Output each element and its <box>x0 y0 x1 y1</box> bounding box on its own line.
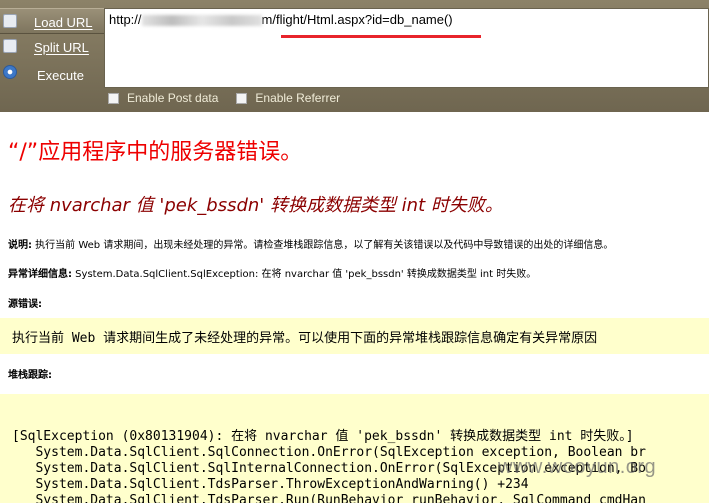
stack-trace-box: [SqlException (0x80131904): 在将 nvarchar … <box>0 394 709 503</box>
exception-details: 异常详细信息: System.Data.SqlClient.SqlExcepti… <box>8 265 536 280</box>
enable-post-data-checkbox[interactable] <box>108 92 119 104</box>
execute-button[interactable]: Execute <box>0 60 104 86</box>
exception-details-label: 异常详细信息: <box>8 269 72 280</box>
description-label: 说明: <box>8 240 32 251</box>
url-prefix: http:// <box>109 12 142 27</box>
enable-referrer-label: Enable Referrer <box>255 91 341 105</box>
enable-post-data-option[interactable]: Enable Post data <box>108 91 218 105</box>
enable-post-data-label: Enable Post data <box>127 91 219 105</box>
stack-line: [SqlException (0x80131904): 在将 nvarchar … <box>12 429 634 444</box>
stack-trace-label: 堆栈跟踪: <box>8 370 52 381</box>
error-message: 在将 nvarchar 值 'pek_bssdn' 转换成数据类型 int 时失… <box>8 195 503 216</box>
stack-line: System.Data.SqlClient.TdsParser.ThrowExc… <box>12 477 529 492</box>
load-url-icon <box>3 14 17 28</box>
hackbar-options: Enable Post data Enable Referrer <box>108 91 358 105</box>
annotation-underline <box>281 35 481 38</box>
split-url-label: Split URL <box>34 40 89 55</box>
split-url-icon <box>3 39 17 53</box>
execute-label: Execute <box>37 68 84 83</box>
load-url-button[interactable]: Load URL <box>0 8 104 34</box>
url-suffix: m/flight/Html.aspx?id=db_name() <box>261 12 453 27</box>
source-error-box: 执行当前 Web 请求期间生成了未经处理的异常。可以使用下面的异常堆栈跟踪信息确… <box>0 318 709 354</box>
wooyun-watermark: www.wooyun.org <box>498 456 657 478</box>
enable-referrer-checkbox[interactable] <box>236 92 248 104</box>
hackbar-actions: Load URL Split URL Execute <box>0 8 104 86</box>
error-title: “/”应用程序中的服务器错误。 <box>8 140 303 165</box>
error-description: 说明: 执行当前 Web 请求期间，出现未经处理的异常。请检查堆栈跟踪信息，以了… <box>8 236 613 251</box>
error-page: “/”应用程序中的服务器错误。 在将 nvarchar 值 'pek_bssdn… <box>0 112 709 503</box>
enable-referrer-option[interactable]: Enable Referrer <box>236 91 340 105</box>
exception-details-text: System.Data.SqlClient.SqlException: 在将 n… <box>72 269 537 280</box>
source-error-text: 执行当前 Web 请求期间生成了未经处理的异常。可以使用下面的异常堆栈跟踪信息确… <box>12 331 598 346</box>
hackbar-toolbar: Load URL Split URL Execute http:// m/flig… <box>0 0 709 112</box>
description-text: 执行当前 Web 请求期间，出现未经处理的异常。请检查堆栈跟踪信息，以了解有关该… <box>32 240 614 251</box>
stack-line: System.Data.SqlClient.TdsParser.Run(RunB… <box>12 493 646 503</box>
url-value: http:// m/flight/Html.aspx?id=db_name() <box>109 12 453 27</box>
load-url-label: Load URL <box>34 15 93 30</box>
url-textarea[interactable]: http:// m/flight/Html.aspx?id=db_name() <box>104 8 709 88</box>
split-url-button[interactable]: Split URL <box>0 34 104 60</box>
source-error-label: 源错误: <box>8 299 42 310</box>
redacted-host <box>141 15 262 27</box>
execute-icon <box>3 65 17 79</box>
